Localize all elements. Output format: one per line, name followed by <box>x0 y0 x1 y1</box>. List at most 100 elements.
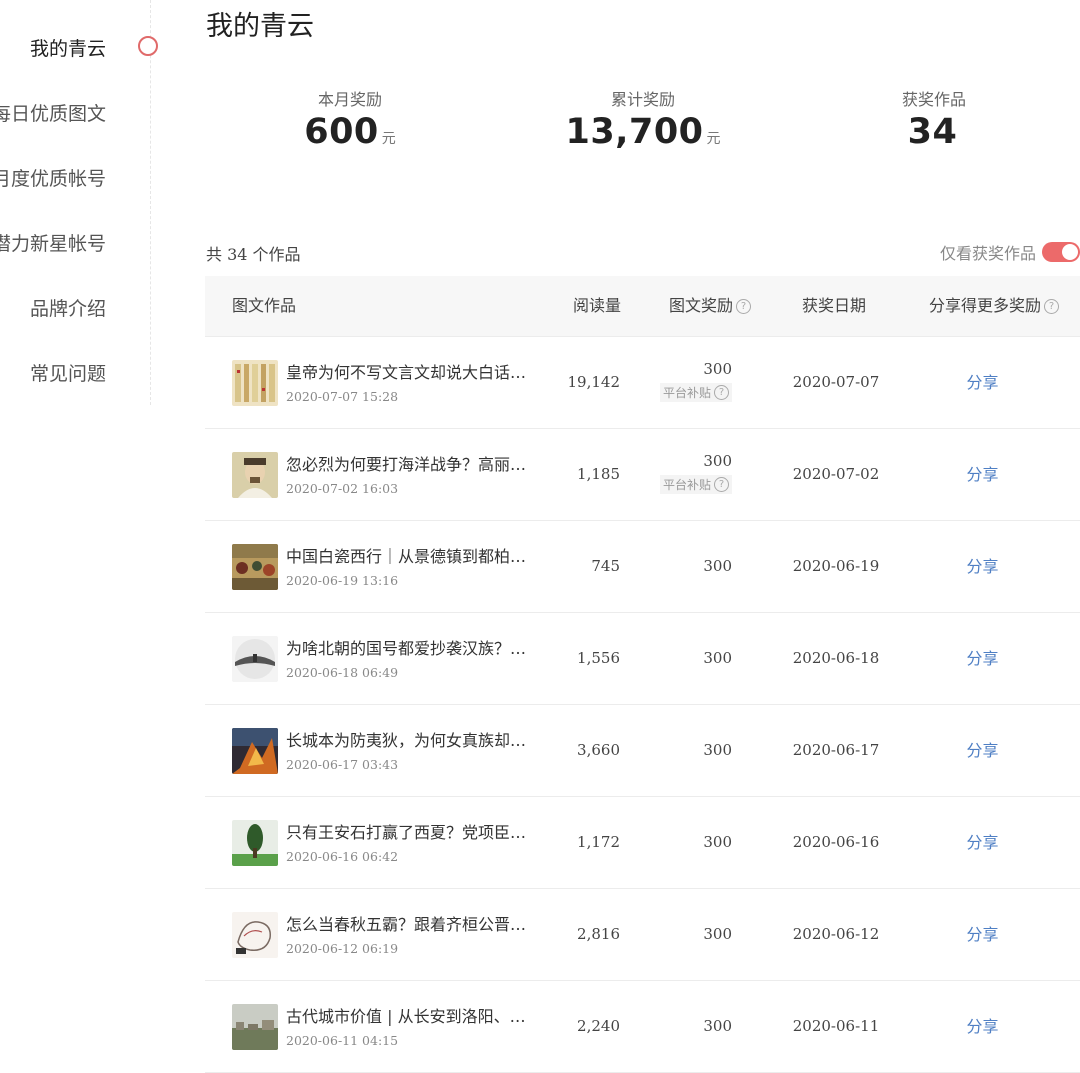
sketch-thumbnail-icon[interactable] <box>232 912 278 958</box>
reward-amount: 300 <box>703 649 732 667</box>
table-row[interactable]: 皇帝为何不写文言文却说大白话… 2020-07-07 15:28 19,142 … <box>205 337 1080 429</box>
share-link[interactable]: 分享 <box>945 797 1020 888</box>
article-title[interactable]: 怎么当春秋五霸？跟着齐桓公晋… <box>286 911 536 935</box>
article-time: 2020-06-11 04:15 <box>286 1033 399 1048</box>
reward-amount: 300 <box>703 741 732 759</box>
table-row[interactable]: 为啥北朝的国号都爱抄袭汉族？… 2020-06-18 06:49 1,556 3… <box>205 613 1080 705</box>
read-count: 2,240 <box>577 1017 620 1035</box>
painting-thumbnail-icon[interactable] <box>232 544 278 590</box>
stat-monthly-reward: 本月奖励 600 元 <box>230 86 470 152</box>
table-row[interactable]: 古代城市价值 | 从长安到洛阳、… 2020-06-11 04:15 2,240… <box>205 981 1080 1073</box>
reward-amount: 300 <box>703 452 732 470</box>
help-icon[interactable]: ? <box>714 385 729 400</box>
table-row[interactable]: 忽必烈为何要打海洋战争？高丽… 2020-07-02 16:03 1,185 3… <box>205 429 1080 521</box>
article-title[interactable]: 长城本为防夷狄，为何女真族却… <box>286 727 536 751</box>
table-row[interactable]: 只有王安石打赢了西夏？党项臣… 2020-06-16 06:42 1,172 3… <box>205 797 1080 889</box>
read-count: 1,185 <box>577 465 620 483</box>
reward-amount: 300 <box>703 557 732 575</box>
header-share-label: 分享得更多奖励 <box>929 296 1042 315</box>
award-date: 2020-06-18 <box>792 649 880 667</box>
works-table: 图文作品 阅读量 图文奖励? 获奖日期 分享得更多奖励? 皇帝为何不写文言文却说… <box>205 276 1080 1073</box>
article-title[interactable]: 忽必烈为何要打海洋战争？高丽… <box>286 451 536 475</box>
stat-unit: 元 <box>381 131 396 147</box>
header-share: 分享得更多奖励? <box>929 276 1060 336</box>
tree-thumbnail-icon[interactable] <box>232 820 278 866</box>
article-time: 2020-06-16 06:42 <box>286 849 399 864</box>
header-work: 图文作品 <box>232 296 297 315</box>
table-row[interactable]: 长城本为防夷狄，为何女真族却… 2020-06-17 03:43 3,660 3… <box>205 705 1080 797</box>
read-count: 3,660 <box>577 741 620 759</box>
stat-label: 累计奖励 <box>610 90 675 109</box>
read-count: 1,556 <box>577 649 620 667</box>
awarded-filter: 仅看获奖作品 <box>940 240 1080 264</box>
calligraphy-thumbnail-icon[interactable] <box>232 360 278 406</box>
share-link[interactable]: 分享 <box>945 981 1020 1072</box>
header-reward: 图文奖励? <box>669 276 752 336</box>
read-count: 1,172 <box>577 833 620 851</box>
sidebar-item-monthly-quality[interactable]: 月度优质帐号 <box>0 164 106 191</box>
article-time: 2020-06-19 13:16 <box>286 573 399 588</box>
article-title[interactable]: 古代城市价值 | 从长安到洛阳、… <box>286 1003 536 1027</box>
toggle-knob <box>1062 244 1078 260</box>
active-indicator-icon <box>138 36 158 56</box>
award-date: 2020-06-12 <box>792 925 880 943</box>
stat-value: 600 <box>304 112 379 152</box>
share-link[interactable]: 分享 <box>945 521 1020 612</box>
article-title[interactable]: 为啥北朝的国号都爱抄袭汉族？… <box>286 635 536 659</box>
article-title[interactable]: 中国白瓷西行｜从景德镇到都柏… <box>286 543 536 567</box>
battle-thumbnail-icon[interactable] <box>232 728 278 774</box>
article-time: 2020-06-17 03:43 <box>286 757 399 772</box>
stat-unit: 元 <box>706 131 721 147</box>
page-title: 我的青云 <box>206 11 314 42</box>
award-date: 2020-06-11 <box>792 1017 880 1035</box>
filter-label: 仅看获奖作品 <box>939 244 1036 263</box>
reward-cell: 300 平台补贴? <box>650 452 732 494</box>
platform-subsidy-badge: 平台补贴? <box>659 383 732 402</box>
header-date: 获奖日期 <box>802 296 867 315</box>
works-count: 共 34 个作品 <box>206 245 301 264</box>
reward-amount: 300 <box>703 1017 732 1035</box>
sidebar-item-my-qingyun[interactable]: 我的青云 <box>30 34 106 61</box>
city-thumbnail-icon[interactable] <box>232 1004 278 1050</box>
help-icon[interactable]: ? <box>1044 299 1060 314</box>
award-date: 2020-06-19 <box>792 557 880 575</box>
share-link[interactable]: 分享 <box>945 337 1020 428</box>
article-time: 2020-07-02 16:03 <box>286 481 399 496</box>
reward-cell: 300 平台补贴? <box>650 360 732 402</box>
stat-label: 获奖作品 <box>901 90 966 109</box>
award-date: 2020-06-17 <box>792 741 880 759</box>
header-reward-label: 图文奖励 <box>669 296 734 315</box>
stat-value: 34 <box>907 112 958 152</box>
share-link[interactable]: 分享 <box>945 429 1020 520</box>
stat-value: 13,700 <box>565 112 704 152</box>
article-time: 2020-06-12 06:19 <box>286 941 399 956</box>
help-icon[interactable]: ? <box>714 477 729 492</box>
article-time: 2020-07-07 15:28 <box>286 389 399 404</box>
read-count: 19,142 <box>567 373 621 391</box>
award-date: 2020-07-02 <box>792 465 880 483</box>
table-row[interactable]: 怎么当春秋五霸？跟着齐桓公晋… 2020-06-12 06:19 2,816 3… <box>205 889 1080 981</box>
portrait-thumbnail-icon[interactable] <box>232 452 278 498</box>
read-count: 745 <box>591 557 620 575</box>
article-title[interactable]: 只有王安石打赢了西夏？党项臣… <box>286 819 536 843</box>
help-icon[interactable]: ? <box>736 299 752 314</box>
award-date: 2020-06-16 <box>792 833 880 851</box>
sidebar-item-rising-star[interactable]: 潜力新星帐号 <box>0 229 106 256</box>
read-count: 2,816 <box>577 925 620 943</box>
share-link[interactable]: 分享 <box>945 889 1020 980</box>
awarded-only-toggle[interactable] <box>1042 242 1080 262</box>
header-reads: 阅读量 <box>573 296 622 315</box>
subsidy-label: 平台补贴 <box>662 478 711 492</box>
reward-amount: 300 <box>703 925 732 943</box>
table-row[interactable]: 中国白瓷西行｜从景德镇到都柏… 2020-06-19 13:16 745 300… <box>205 521 1080 613</box>
sidebar-item-daily-quality[interactable]: 每日优质图文 <box>0 99 106 126</box>
article-title[interactable]: 皇帝为何不写文言文却说大白话… <box>286 359 536 383</box>
share-link[interactable]: 分享 <box>945 613 1020 704</box>
reward-amount: 300 <box>703 360 732 378</box>
article-time: 2020-06-18 06:49 <box>286 665 399 680</box>
share-link[interactable]: 分享 <box>945 705 1020 796</box>
sidebar: 我的青云 每日优质图文 月度优质帐号 潜力新星帐号 品牌介绍 常见问题 <box>0 0 158 405</box>
sidebar-item-brand-intro[interactable]: 品牌介绍 <box>30 294 106 321</box>
landscape-thumbnail-icon[interactable] <box>232 636 278 682</box>
sidebar-item-faq[interactable]: 常见问题 <box>30 359 106 386</box>
